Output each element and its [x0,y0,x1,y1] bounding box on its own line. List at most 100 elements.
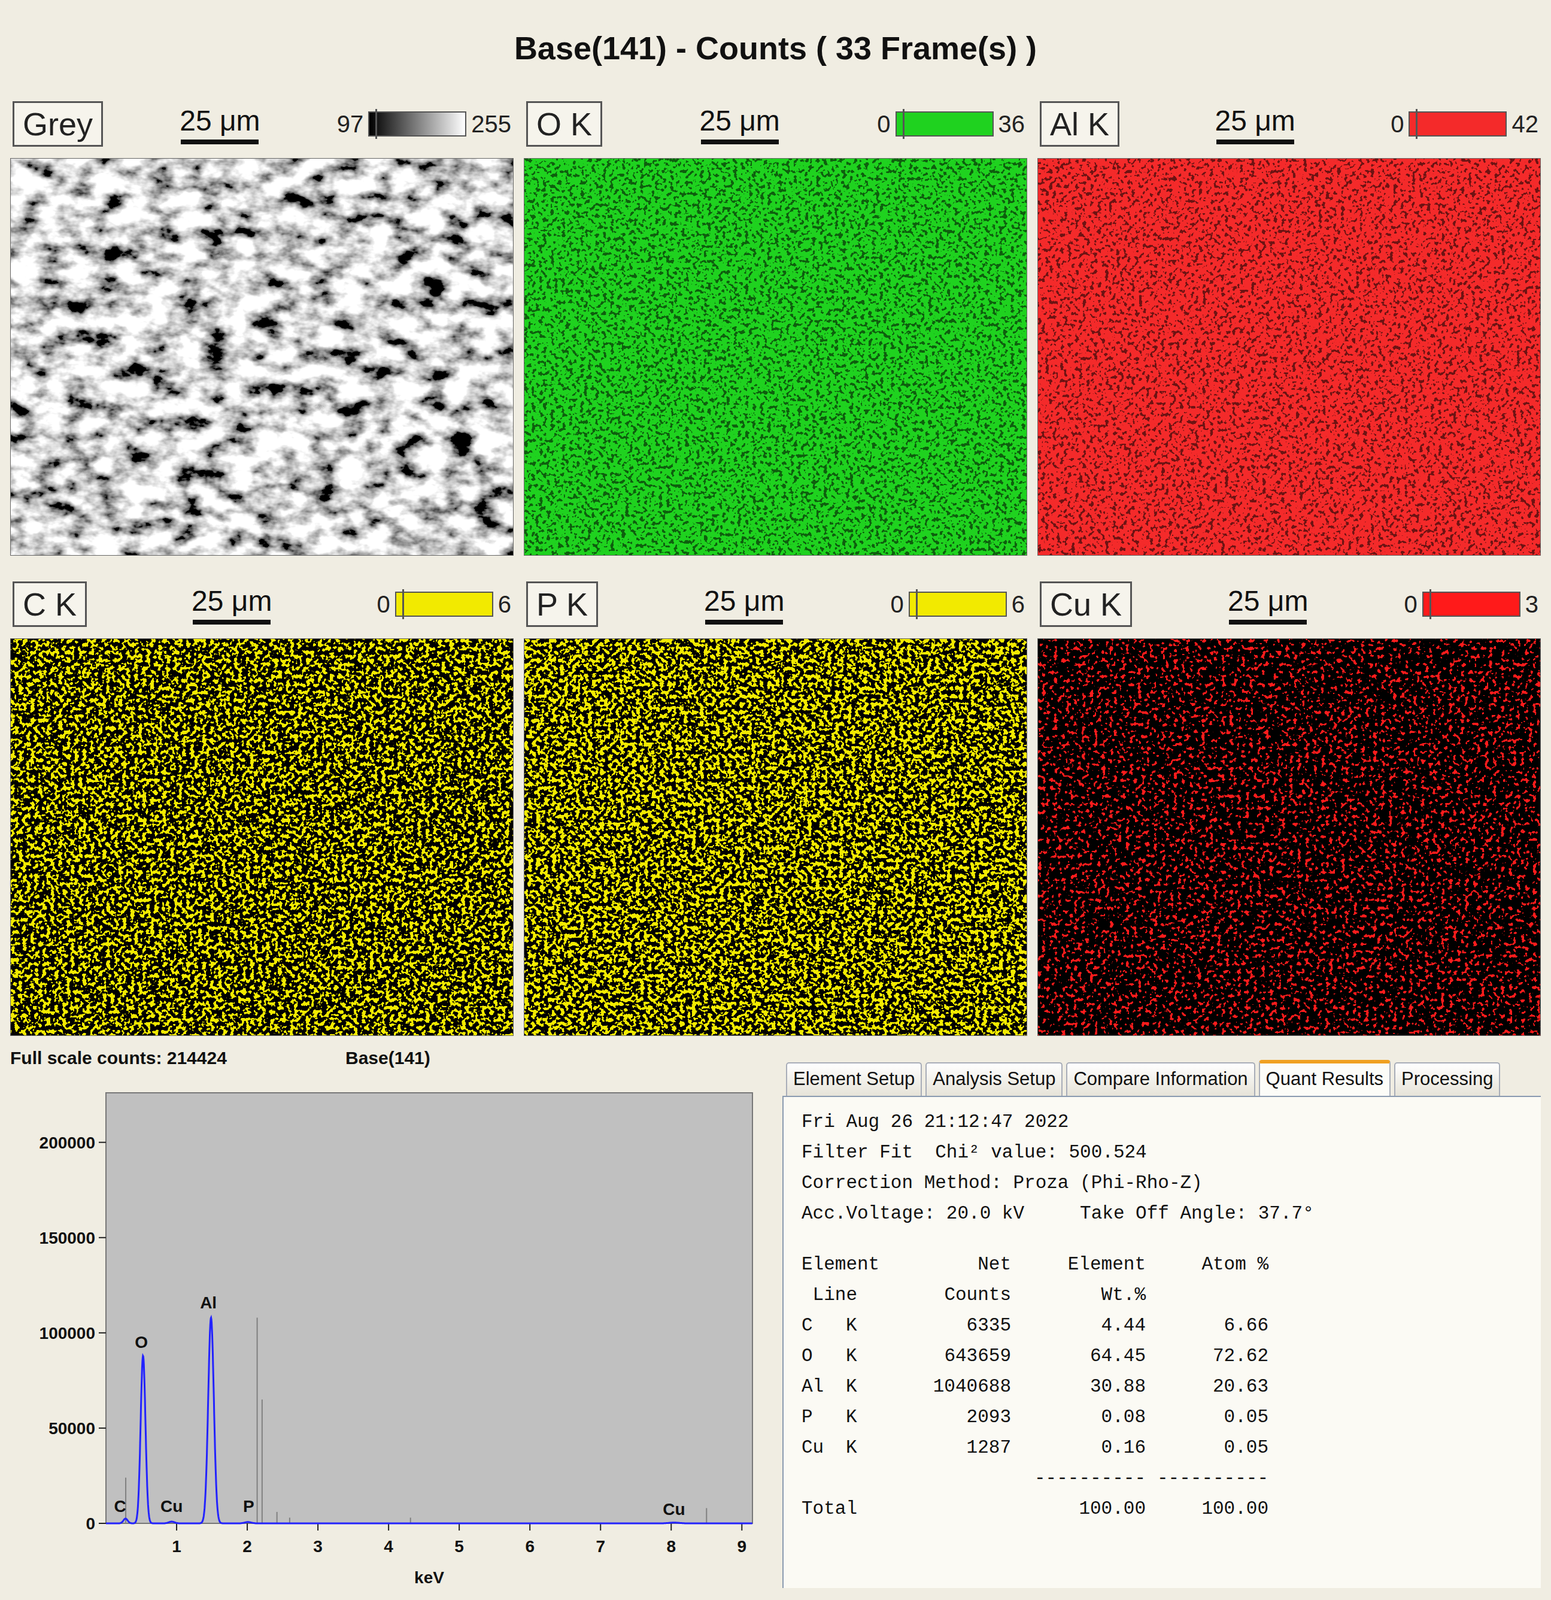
quant-panel: Element SetupAnalysis SetupCompare Infor… [782,1043,1541,1600]
peak-label: O [134,1332,148,1352]
scale-bar: 25 μm [703,584,785,625]
tab[interactable]: Processing [1394,1061,1501,1096]
scale-text: 25 μm [191,584,272,618]
map-header: O K 25 μm 036 [523,95,1028,153]
scale-bar: 25 μm [1214,104,1295,145]
svg-text:3: 3 [313,1536,323,1556]
spectrum-name: Base(141) [345,1047,431,1068]
column-header: Element Line [801,1248,910,1310]
color-bar-handle[interactable] [915,589,918,619]
x-tick: 1 [171,1522,182,1556]
color-bar-handle[interactable] [402,589,405,619]
marker-line [276,1511,278,1523]
element-cell: AlK [801,1370,910,1402]
svg-text:150000: 150000 [39,1228,96,1247]
map-panel: C K25 μm06 [10,575,514,1036]
color-bar[interactable] [895,111,994,137]
tab[interactable]: Analysis Setup [925,1061,1063,1096]
wt-cell: 4.44 [1011,1309,1146,1341]
svg-text:0: 0 [85,1513,96,1533]
scale-min: 0 [1404,590,1418,618]
wt-cell: 30.88 [1011,1370,1146,1402]
wt-cell: 0.16 [1011,1431,1146,1463]
svg-text:4: 4 [383,1536,394,1556]
color-bar-handle[interactable] [1415,108,1418,139]
scale-text: 25 μm [699,104,780,138]
full-scale-counts: Full scale counts: 214424 [10,1047,346,1068]
color-bar[interactable] [1408,111,1507,137]
element-cell: CK [801,1309,910,1341]
element-map-image [524,638,1027,1035]
color-bar-handle[interactable] [375,108,378,139]
scale-max: 6 [1011,590,1025,618]
x-tick: 9 [737,1522,748,1556]
atom-cell: 0.05 [1145,1431,1269,1463]
map-label: Al K [1039,101,1120,147]
map-label: Cu K [1039,581,1132,627]
scale-bar: 25 μm [191,584,272,625]
scale-max: 255 [471,110,512,138]
grey-map-image [10,158,514,555]
color-bar[interactable] [368,111,467,137]
map-label: O K [526,101,603,147]
color-bar[interactable] [1422,591,1521,617]
scale-min: 0 [1390,110,1404,138]
scale-max: 42 [1511,110,1539,138]
y-tick: 50000 [48,1418,106,1438]
info-line: Acc.Voltage: 20.0 kV Take Off Angle: 37.… [801,1197,1523,1229]
element-cell: CuK [801,1431,910,1463]
color-bar-handle[interactable] [1429,589,1432,619]
plot-area [105,1092,753,1523]
map-frame [1037,158,1541,556]
scale-text: 25 μm [1227,584,1308,618]
atom-cell: 72.62 [1145,1340,1269,1371]
x-tick: 2 [242,1522,253,1556]
map-header: Cu K 25 μm 03 [1037,575,1541,633]
color-scale: 036 [876,110,1025,138]
scale-min: 97 [337,110,364,138]
tab[interactable]: Quant Results [1258,1059,1391,1096]
scale-line [192,619,271,625]
scale-text: 25 μm [1214,104,1295,138]
scale-text: 25 μm [703,584,785,618]
scale-line [700,139,779,145]
marker-line [705,1507,707,1523]
total-atom: 100.00 [1145,1492,1269,1524]
x-tick: 5 [454,1522,464,1556]
element-cell: PK [801,1401,910,1432]
map-frame [523,158,1028,556]
color-bar-handle[interactable] [902,108,905,139]
color-scale: 03 [1404,590,1540,618]
y-tick: 100000 [39,1323,106,1343]
counts-cell: 6335 [909,1309,1012,1341]
y-tick: 150000 [39,1228,106,1247]
svg-text:200000: 200000 [39,1133,96,1152]
color-bar[interactable] [908,591,1007,617]
tab[interactable]: Compare Information [1066,1061,1255,1096]
marker-line [256,1316,259,1523]
peak-label: Cu [662,1499,685,1519]
atom-cell: 20.63 [1145,1370,1269,1402]
element-map-image [10,638,514,1035]
spectrum-line [105,1317,753,1524]
svg-text:7: 7 [595,1536,606,1556]
map-frame [10,158,514,556]
separator: ---------- [1145,1462,1269,1493]
spectrum-chart: 050000100000150000200000123456789keVCOCu… [10,1070,776,1592]
peak-label: C [113,1496,126,1516]
color-bar[interactable] [395,591,494,617]
tab-bar: Element SetupAnalysis SetupCompare Infor… [782,1059,1541,1096]
separator: ---------- [1011,1462,1146,1493]
column-header: ElementWt.% [1011,1248,1146,1310]
color-scale: 06 [377,590,512,618]
counts-cell: 2093 [909,1401,1012,1432]
map-frame [10,638,514,1036]
scale-max: 36 [998,110,1026,138]
map-frame [523,638,1028,1036]
color-scale: 0 42 [1390,110,1539,138]
x-tick: 3 [313,1522,323,1556]
info-line: Correction Method: Proza (Phi-Rho-Z) [801,1167,1523,1198]
quant-results: Fri Aug 26 21:12:47 2022Filter Fit Chi² … [782,1095,1541,1588]
info-line: Filter Fit Chi² value: 500.524 [801,1136,1523,1168]
tab[interactable]: Element Setup [785,1061,922,1096]
